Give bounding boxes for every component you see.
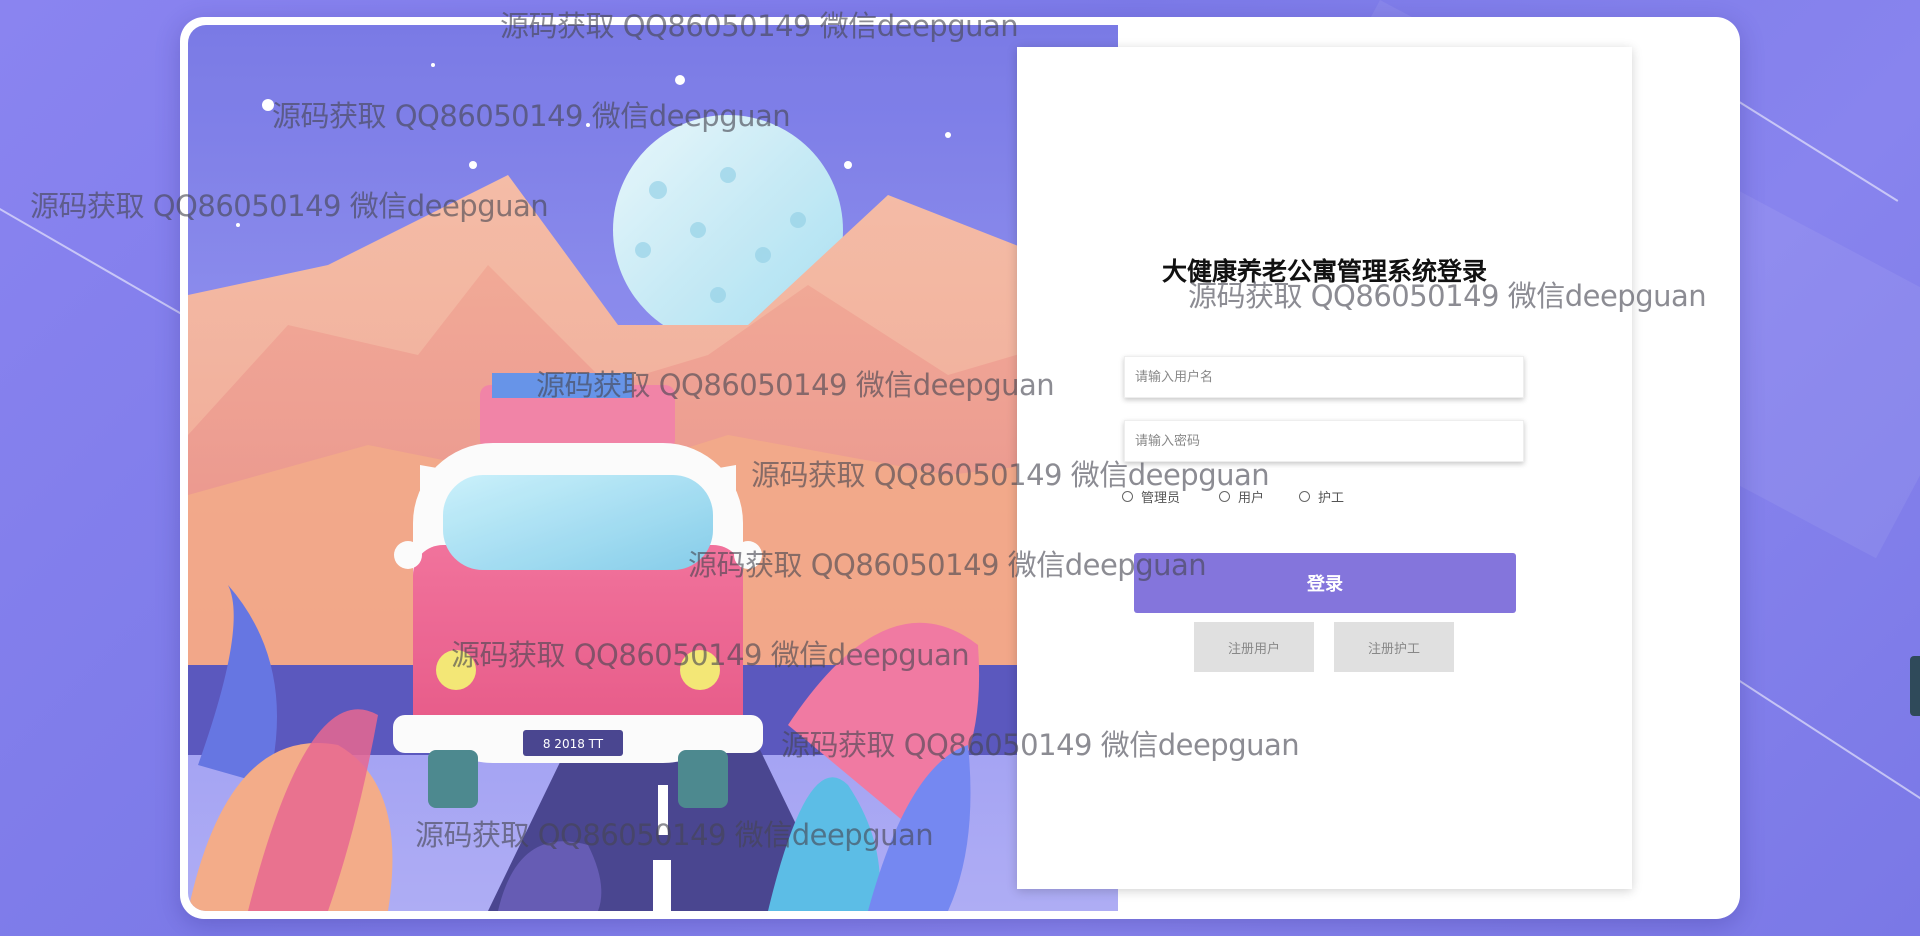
password-field[interactable] [1124,420,1524,462]
background-line [0,208,182,315]
role-option-admin[interactable]: 管理员 [1122,487,1180,506]
username-field[interactable] [1124,356,1524,398]
password-input[interactable] [1125,421,1523,461]
radio-admin[interactable] [1122,491,1133,502]
page-background: 8 2018 TT 大健康养老公寓管理系统登录 请输入用户名 管理员 用户 护工… [0,0,1920,936]
page-title: 大健康养老公寓管理系统登录 [1161,257,1487,286]
travel-illustration: 8 2018 TT [188,25,1118,911]
side-widget-tab[interactable] [1910,656,1920,716]
role-option-nurse[interactable]: 护工 [1299,487,1344,506]
role-label-user: 用户 [1238,491,1265,506]
register-user-button[interactable]: 注册用户 [1194,622,1314,672]
role-label-admin: 管理员 [1141,491,1181,506]
login-form-panel: 大健康养老公寓管理系统登录 管理员 用户 护工 [1017,47,1632,889]
van-illustration-image: 8 2018 TT [188,25,1118,911]
login-button[interactable]: 登录 [1134,553,1516,613]
register-nurse-button[interactable]: 注册护工 [1334,622,1454,672]
login-card: 8 2018 TT 大健康养老公寓管理系统登录 请输入用户名 管理员 用户 护工… [180,17,1740,919]
radio-nurse[interactable] [1299,491,1310,502]
radio-user[interactable] [1219,491,1230,502]
username-input[interactable] [1125,357,1523,397]
role-option-user[interactable]: 用户 [1219,487,1264,506]
background-line [1738,680,1920,802]
role-label-nurse: 护工 [1318,491,1345,506]
